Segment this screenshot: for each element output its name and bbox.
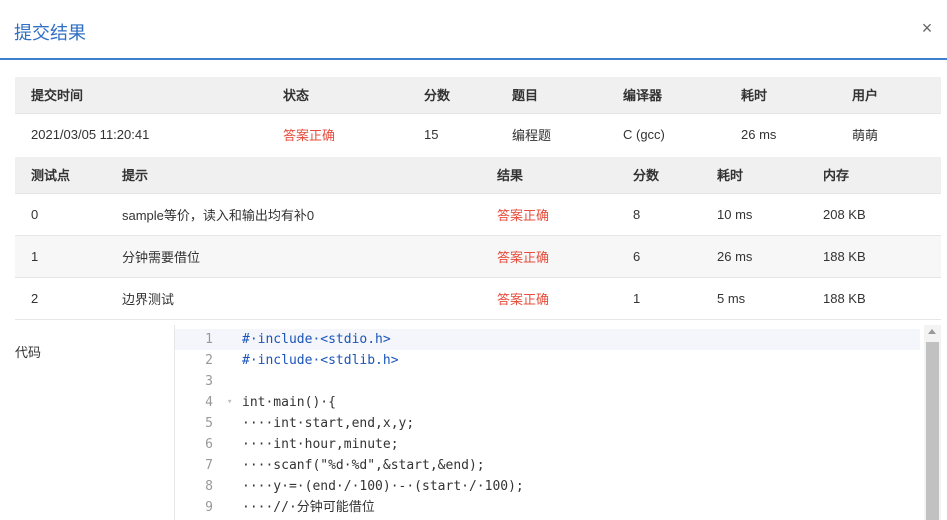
test-memory: 208 KB (823, 192, 941, 235)
test-score: 6 (633, 234, 717, 277)
table-row: 1 分钟需要借位 答案正确 6 26 ms 188 KB (15, 234, 941, 277)
line-number: 6 (205, 437, 213, 452)
code-text: #·include·<stdlib.h> (242, 353, 399, 368)
code-text: ····int·start,end,x,y; (242, 416, 415, 431)
code-text: #·include·<stdio.h> (242, 332, 391, 347)
code-text: ····int·hour,minute; (242, 437, 399, 452)
test-hint: 边界测试 (122, 276, 497, 320)
table-row: 0 sample等价，读入和输出均有补0 答案正确 8 10 ms 208 KB (15, 192, 941, 235)
test-result: 答案正确 (497, 276, 633, 320)
code-editor[interactable]: 1 #·include·<stdio.h> 2 #·include·<stdli… (174, 325, 941, 520)
test-score: 8 (633, 192, 717, 235)
header-test-point: 测试点 (15, 157, 122, 193)
test-time: 26 ms (717, 234, 823, 277)
test-point: 1 (15, 234, 122, 277)
header-hint: 提示 (122, 157, 497, 193)
status-badge: 答案正确 (283, 112, 424, 155)
vertical-scrollbar[interactable] (924, 325, 941, 520)
submission-summary-table: 提交时间 状态 分数 题目 编译器 耗时 用户 2021/03/05 11:20… (15, 77, 941, 155)
code-line: 8 ····y·=·(end·/·100)·-·(start·/·100); (175, 476, 920, 497)
header-memory: 内存 (823, 157, 941, 193)
compiler: C (gcc) (623, 112, 741, 155)
test-hint: sample等价，读入和输出均有补0 (122, 192, 497, 235)
scroll-up-arrow-icon[interactable] (928, 329, 936, 334)
test-time: 10 ms (717, 192, 823, 235)
code-text: int·main()·{ (242, 395, 336, 410)
test-point: 2 (15, 276, 122, 320)
header-time: 耗时 (717, 157, 823, 193)
test-result: 答案正确 (497, 192, 633, 235)
header-submit-time: 提交时间 (15, 77, 283, 113)
code-line: 6 ····int·hour,minute; (175, 434, 920, 455)
dialog-header: 提交结果 × (0, 0, 947, 60)
test-hint: 分钟需要借位 (122, 234, 497, 277)
user-link[interactable]: 萌萌 (852, 112, 941, 155)
code-line: 9 ····//·分钟可能借位 (175, 497, 920, 518)
submit-time: 2021/03/05 11:20:41 (15, 112, 283, 155)
dialog-title: 提交结果 (14, 23, 86, 43)
test-cases-table: 测试点 提示 结果 分数 耗时 内存 0 sample等价，读入和输出均有补0 … (15, 157, 941, 320)
line-number: 7 (205, 458, 213, 473)
table-row: 2021/03/05 11:20:41 答案正确 15 编程题 C (gcc) … (15, 112, 941, 155)
line-number: 9 (205, 500, 213, 515)
close-icon[interactable]: × (917, 17, 937, 39)
code-text: ····scanf("%d·%d",&start,&end); (242, 458, 485, 473)
fold-toggle-icon[interactable]: ▾ (227, 392, 232, 413)
code-text: ····y·=·(end·/·100)·-·(start·/·100); (242, 479, 524, 494)
score: 15 (424, 112, 512, 155)
line-number: 4 (205, 395, 213, 410)
header-score: 分数 (424, 77, 512, 113)
code-label: 代码 (15, 345, 42, 360)
code-line: 5 ····int·start,end,x,y; (175, 413, 920, 434)
header-user: 用户 (852, 77, 941, 113)
header-compiler: 编译器 (623, 77, 741, 113)
code-line: 1 #·include·<stdio.h> (175, 329, 920, 350)
code-text: ····//·分钟可能借位 (242, 500, 375, 515)
problem-link[interactable]: 编程题 (512, 112, 623, 155)
test-memory: 188 KB (823, 234, 941, 277)
code-line: 3 (175, 371, 920, 392)
table-header-row: 测试点 提示 结果 分数 耗时 内存 (15, 157, 941, 193)
scroll-thumb[interactable] (926, 342, 939, 520)
header-problem: 题目 (512, 77, 623, 113)
header-time: 耗时 (741, 77, 852, 113)
test-point: 0 (15, 192, 122, 235)
header-result: 结果 (497, 157, 633, 193)
table-row: 2 边界测试 答案正确 1 5 ms 188 KB (15, 276, 941, 320)
code-line: 2 #·include·<stdlib.h> (175, 350, 920, 371)
line-number: 2 (205, 353, 213, 368)
code-line: 7 ····scanf("%d·%d",&start,&end); (175, 455, 920, 476)
header-status: 状态 (283, 77, 424, 113)
line-number: 3 (205, 374, 213, 389)
header-score: 分数 (633, 157, 717, 193)
line-number: 1 (205, 332, 213, 347)
test-memory: 188 KB (823, 276, 941, 320)
table-header-row: 提交时间 状态 分数 题目 编译器 耗时 用户 (15, 77, 941, 113)
test-score: 1 (633, 276, 717, 320)
code-line: 4 ▾ int·main()·{ (175, 392, 920, 413)
time-used: 26 ms (741, 112, 852, 155)
line-number: 5 (205, 416, 213, 431)
test-result: 答案正确 (497, 234, 633, 277)
test-time: 5 ms (717, 276, 823, 320)
line-number: 8 (205, 479, 213, 494)
